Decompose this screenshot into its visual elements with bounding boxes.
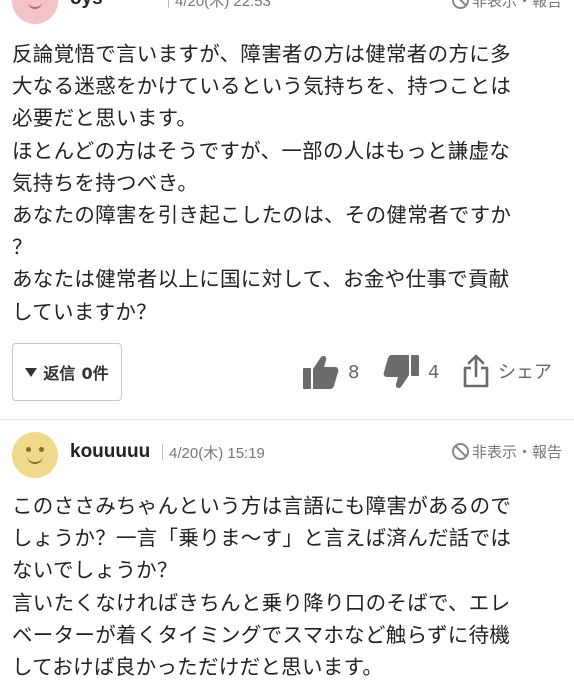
comment-body: 反論覚悟で言いますが、障害者の方は健常者の方に多 大なる迷惑をかけているという気… — [12, 42, 512, 324]
username[interactable]: kouuuuu — [70, 441, 150, 463]
share-label: シェア — [498, 362, 552, 383]
like-button[interactable]: 8 — [302, 354, 359, 390]
username[interactable]: oys — [70, 0, 103, 10]
dislike-count: 4 — [428, 361, 440, 383]
share-icon — [463, 354, 489, 388]
comment-header: oys 4/20(木) 22:53 非表示・報告 — [0, 0, 574, 24]
thumbs-down-icon — [383, 355, 419, 388]
ban-icon — [451, 0, 469, 9]
avatar[interactable] — [12, 432, 58, 478]
comment-date: 4/20(木) 22:53 — [168, 0, 271, 11]
hide-report-link[interactable]: 非表示・報告 — [451, 441, 562, 462]
hide-report-link[interactable]: 非表示・報告 — [451, 0, 562, 11]
comment-date: 4/20(木) 15:19 — [162, 442, 265, 463]
dislike-button[interactable]: 4 — [382, 354, 439, 390]
avatar[interactable] — [12, 0, 58, 24]
ban-icon — [451, 443, 469, 460]
comment-divider — [0, 419, 574, 420]
share-button[interactable]: シェア — [462, 354, 552, 388]
like-count: 8 — [348, 361, 360, 383]
comment-body: このささみちゃんという方は言語にも障害があるので しょうか？一言「乗りま〜す」と… — [12, 494, 512, 680]
comment-actions: 8 4 シェア — [0, 352, 574, 396]
thumbs-up-icon — [303, 356, 339, 389]
